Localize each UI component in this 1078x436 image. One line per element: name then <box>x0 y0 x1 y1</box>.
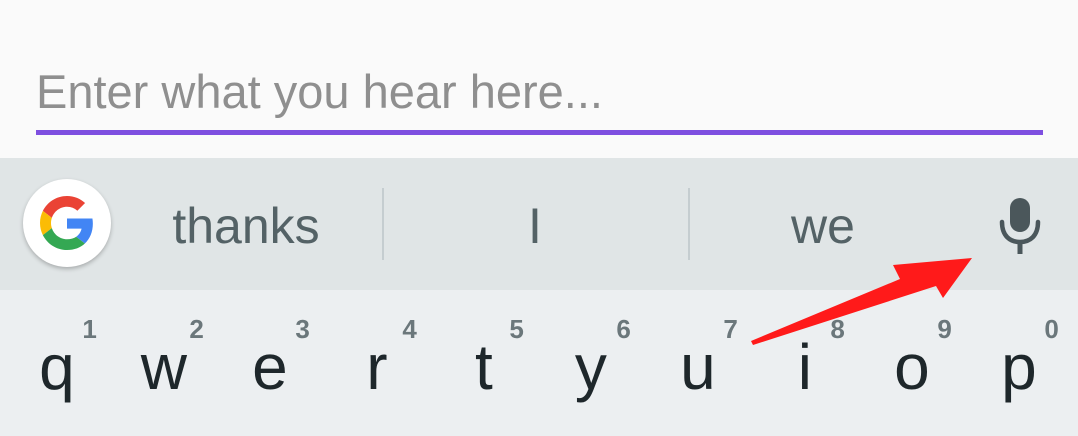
key-letter: w <box>140 331 187 403</box>
key-t[interactable]: 5 t <box>430 290 538 436</box>
key-letter: q <box>39 331 75 403</box>
soft-keyboard: thanks I we 1 q 2 w 3 e 4 r 5 t 6 y 7 u … <box>0 158 1078 436</box>
suggestion-2[interactable]: I <box>420 196 650 256</box>
key-letter: i <box>797 331 812 403</box>
key-p[interactable]: 0 p <box>965 290 1073 436</box>
key-q[interactable]: 1 q <box>3 290 111 436</box>
key-letter: y <box>574 331 607 403</box>
key-letter: e <box>252 331 288 403</box>
keyboard-row-1: 1 q 2 w 3 e 4 r 5 t 6 y 7 u 8 i 9 o 0 p <box>0 290 1078 436</box>
suggestion-divider <box>688 188 690 260</box>
key-letter: p <box>1001 331 1037 403</box>
microphone-icon <box>999 198 1041 254</box>
suggestion-strip: thanks I we <box>0 158 1078 290</box>
key-w[interactable]: 2 w <box>110 290 218 436</box>
key-y[interactable]: 6 y <box>537 290 645 436</box>
key-letter: t <box>475 331 493 403</box>
key-i[interactable]: 8 i <box>751 290 859 436</box>
input-underline <box>36 130 1043 135</box>
suggestion-divider <box>382 188 384 260</box>
key-e[interactable]: 3 e <box>216 290 324 436</box>
google-search-button[interactable] <box>23 179 111 267</box>
suggestion-3[interactable]: we <box>712 196 934 256</box>
google-g-icon <box>40 196 93 250</box>
key-u[interactable]: 7 u <box>644 290 752 436</box>
answer-input[interactable] <box>36 58 1036 124</box>
suggestion-1[interactable]: thanks <box>135 196 357 256</box>
key-letter: o <box>894 331 930 403</box>
key-letter: r <box>366 331 388 403</box>
key-o[interactable]: 9 o <box>858 290 966 436</box>
key-r[interactable]: 4 r <box>323 290 431 436</box>
voice-input-button[interactable] <box>990 194 1050 258</box>
answer-input-area <box>0 0 1078 158</box>
key-letter: u <box>680 331 716 403</box>
